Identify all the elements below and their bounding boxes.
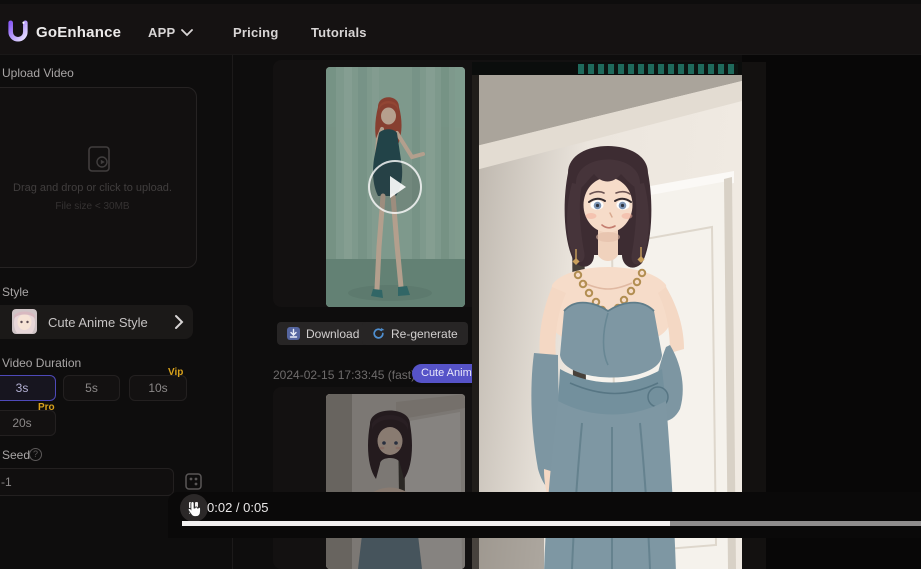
chevron-down-icon — [181, 29, 193, 37]
progress-played — [182, 521, 670, 526]
video-thumbnail-2[interactable] — [326, 394, 465, 569]
duration-3s-button[interactable]: 3s — [0, 375, 56, 401]
nav-item-tutorials[interactable]: Tutorials — [311, 25, 367, 40]
style-selector[interactable]: Cute Anime Style — [0, 305, 193, 339]
nav-item-pricing[interactable]: Pricing — [233, 25, 278, 40]
random-seed-dice-icon[interactable] — [185, 473, 202, 490]
goenhance-app-screen: GoEnhance APP Pricing Tutorials Upload V… — [0, 0, 921, 569]
seed-input[interactable] — [0, 468, 174, 496]
play-icon — [390, 176, 406, 198]
pro-badge: Pro — [38, 402, 55, 413]
download-icon — [287, 327, 300, 340]
duration-5s-button[interactable]: 5s — [63, 375, 120, 401]
cursor-pointer-icon — [186, 501, 201, 518]
chevron-right-icon — [174, 314, 184, 330]
style-thumbnail — [12, 309, 37, 334]
brand-name[interactable]: GoEnhance — [36, 24, 121, 41]
video-file-icon — [87, 146, 111, 172]
progress-bar[interactable] — [182, 521, 921, 526]
play-button[interactable] — [368, 160, 422, 214]
preview-top-band — [472, 62, 742, 75]
duration-10s-button[interactable]: 10s — [129, 375, 187, 401]
regenerate-button-label: Re-generate — [391, 327, 458, 341]
style-value: Cute Anime Style — [48, 315, 148, 330]
top-navbar: GoEnhance APP Pricing Tutorials — [0, 4, 921, 55]
regenerate-button[interactable]: Re-generate — [362, 322, 468, 345]
vip-badge: Vip — [168, 367, 183, 378]
playback-time: 0:02 / 0:05 — [207, 500, 268, 515]
goenhance-logo-icon[interactable] — [7, 20, 29, 42]
upload-dropzone[interactable]: Drag and drop or click to upload. File s… — [0, 87, 197, 268]
generation-timestamp: 2024-02-15 17:33:45 (fast) — [273, 368, 415, 382]
seed-help-icon[interactable]: ? — [29, 448, 42, 461]
upload-video-label: Upload Video — [2, 66, 74, 80]
duration-20s-button[interactable]: 20s — [0, 410, 56, 436]
dropzone-hint: Drag and drop or click to upload. — [0, 182, 198, 194]
video-player-controls: 0:02 / 0:05 — [168, 492, 921, 538]
download-button[interactable]: Download — [277, 322, 369, 345]
video-duration-label: Video Duration — [2, 356, 81, 370]
refresh-icon — [372, 327, 385, 340]
teal-dash-strip — [578, 64, 738, 74]
seed-label: Seed — [2, 448, 30, 462]
download-button-label: Download — [306, 327, 359, 341]
style-label: Style — [2, 285, 29, 299]
dropzone-filesize-hint: File size < 30MB — [0, 201, 198, 212]
nav-item-app[interactable]: APP — [148, 25, 175, 40]
